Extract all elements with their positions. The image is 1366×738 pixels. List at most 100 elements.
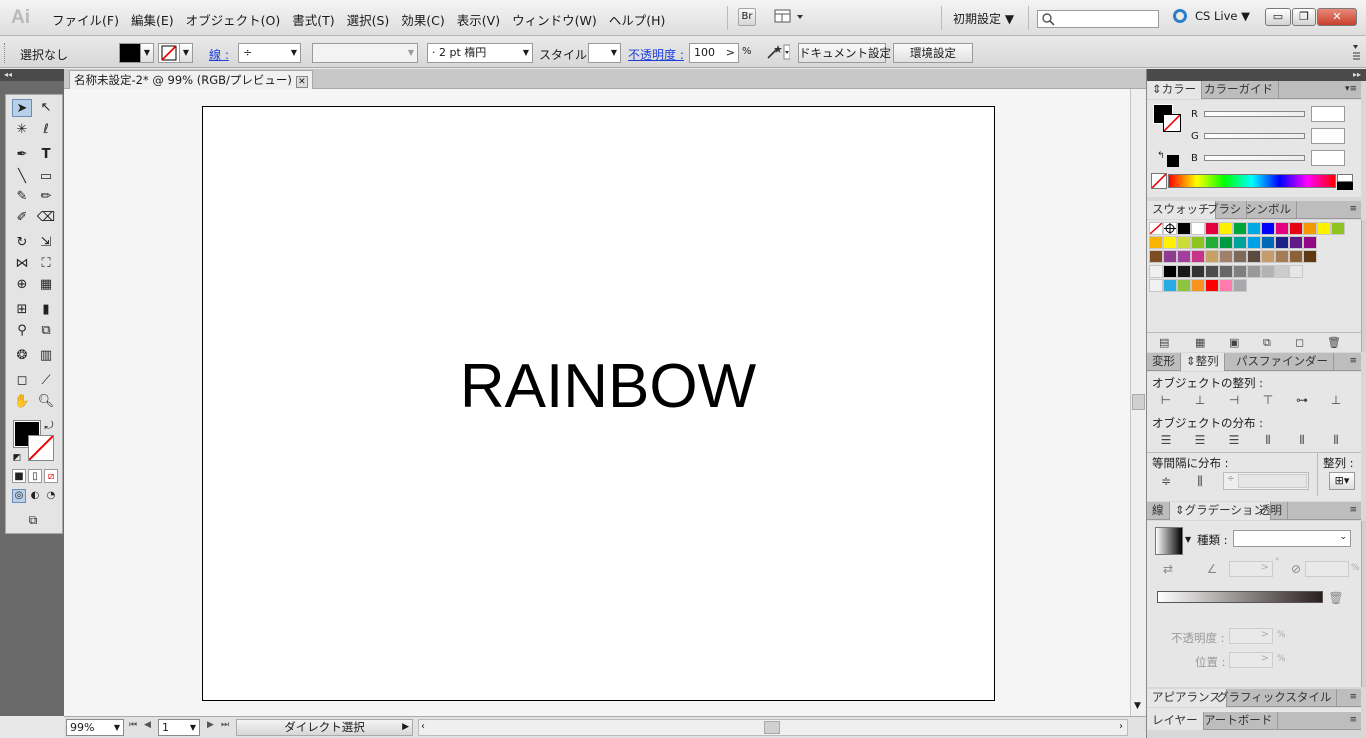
pen-tool-icon[interactable]: ✒ [12,146,32,164]
color-swatch[interactable] [1205,222,1219,235]
gradient-slider-ramp[interactable] [1157,591,1323,603]
help-search-input[interactable] [1037,10,1159,28]
tab-align[interactable]: ⇕整列 [1181,353,1225,371]
color-swatch[interactable] [1205,250,1219,263]
color-swatch[interactable] [1177,222,1191,235]
color-swatch[interactable] [1177,265,1191,278]
panel-menu-icon[interactable]: ≡ [1349,692,1357,702]
hand-tool-icon[interactable]: ✋ [12,393,32,411]
horizontal-distribute-space-icon[interactable]: ⫼ [1191,474,1209,488]
color-mode-icon[interactable]: ■ [12,469,26,483]
color-swatch[interactable] [1219,222,1233,235]
swap-fill-stroke-icon[interactable]: ⤾ [42,417,56,435]
panel-menu-icon[interactable]: ≡ [1349,715,1357,725]
zoom-tool-icon[interactable]: 🔍︎ [36,393,56,411]
blue-input[interactable] [1311,150,1345,166]
maximize-button[interactable]: ❐ [1292,8,1316,26]
color-swatch[interactable] [1247,222,1261,235]
color-swatch[interactable] [1275,222,1289,235]
color-swatch[interactable] [1289,265,1303,278]
color-swatch[interactable] [1163,236,1177,249]
first-artboard-icon[interactable]: ⏮ [129,720,137,730]
preferences-button[interactable]: 環境設定 [893,43,973,63]
lasso-tool-icon[interactable]: ℓ [36,121,56,139]
color-group-folder-icon[interactable] [1149,279,1163,292]
panel-menu-icon[interactable]: ≡ [1349,356,1357,366]
white-color-button[interactable] [1337,174,1353,182]
stroke-weight-label[interactable]: 線 : [209,46,229,63]
color-swatch[interactable] [1275,250,1289,263]
color-swatch[interactable] [1191,250,1205,263]
menu-file[interactable]: ファイル(F) [46,10,125,29]
artboard[interactable]: RAINBOW [202,106,995,701]
horizontal-align-right-icon[interactable]: ⊣ [1225,393,1243,407]
new-color-group-icon[interactable]: ⧉ [1263,336,1271,350]
vertical-align-center-icon[interactable]: ⊶ [1293,393,1311,407]
color-swatch[interactable] [1219,236,1233,249]
symbol-sprayer-tool-icon[interactable]: ❂ [12,347,32,365]
color-swatch[interactable] [1205,236,1219,249]
rotate-tool-icon[interactable]: ↻ [12,234,32,252]
graphic-style-swatch[interactable]: ▼ [588,43,621,63]
paintbrush-tool-icon[interactable]: ✎ [12,188,32,206]
color-swatch[interactable] [1177,236,1191,249]
slice-tool-icon[interactable]: ⟋ [36,372,56,390]
horizontal-scrollbar[interactable]: ‹ › [418,719,1128,736]
registration-swatch[interactable] [1163,222,1177,235]
gradient-tool-icon[interactable]: ▮ [36,301,56,319]
recolor-artwork-button[interactable] [763,43,790,63]
aspect-ratio-input[interactable] [1305,561,1349,577]
tab-color[interactable]: ⇕カラー [1147,81,1203,99]
gradient-type-select[interactable]: ⌄ [1233,530,1351,547]
magic-wand-tool-icon[interactable]: ✳ [12,121,32,139]
panel-dock-collapse[interactable]: ▸▸ [1147,69,1366,81]
color-swatch[interactable] [1191,279,1205,292]
canvas-area[interactable]: RAINBOW [64,89,1130,716]
color-swatch[interactable] [1191,265,1205,278]
draw-normal-icon[interactable]: ◎ [12,489,26,503]
none-color-button[interactable] [1151,173,1167,189]
blue-slider[interactable] [1204,155,1305,161]
opacity-input[interactable]: 100 > [689,43,739,63]
panel-menu-icon[interactable]: ≡ [1349,204,1357,214]
color-swatch[interactable] [1219,279,1233,292]
color-swatch[interactable] [1233,279,1247,292]
horizontal-align-left-icon[interactable]: ⊢ [1157,393,1175,407]
none-swatch[interactable] [1149,222,1163,235]
rectangle-tool-icon[interactable]: ▭ [36,168,56,186]
last-color-swatch[interactable] [1167,155,1179,167]
stroke-weight-spinner[interactable]: ÷ [243,46,252,59]
column-graph-tool-icon[interactable]: ▥ [36,347,56,365]
horizontal-distribute-left-icon[interactable]: ⫴ [1259,433,1277,447]
next-artboard-icon[interactable]: ▶ [207,720,214,730]
color-swatch[interactable] [1303,250,1317,263]
width-tool-icon[interactable]: ⋈ [12,255,32,273]
vertical-align-bottom-icon[interactable]: ⊥ [1327,393,1345,407]
cs-live-button[interactable]: CS Live ▼ [1173,9,1250,23]
bridge-button[interactable]: Br [738,8,756,26]
menu-view[interactable]: 表示(V) [451,10,506,29]
stop-opacity-input[interactable]: > [1229,628,1273,644]
current-tool-status[interactable]: ダイレクト選択 ▶ [236,719,413,736]
menu-object[interactable]: オブジェクト(O) [180,10,287,29]
color-swatch[interactable] [1149,250,1163,263]
tab-transparency[interactable]: 透明 [1254,502,1288,520]
artwork-text[interactable]: RAINBOW [203,351,1013,422]
horizontal-scroll-thumb[interactable] [764,721,780,734]
delete-swatch-icon[interactable]: 🗑︎ [1327,336,1341,349]
align-to-select[interactable]: ⊞▾ [1329,472,1355,490]
direct-selection-tool-icon[interactable]: ↖ [36,99,56,117]
menu-effect[interactable]: 効果(C) [395,10,450,29]
vertical-scroll-thumb[interactable] [1132,394,1145,410]
draw-behind-icon[interactable]: ◐ [28,489,42,503]
menu-type[interactable]: 書式(T) [286,10,340,29]
color-swatch[interactable] [1331,222,1345,235]
menu-help[interactable]: ヘルプ(H) [603,10,672,29]
color-swatch[interactable] [1163,279,1177,292]
color-swatch[interactable] [1191,222,1205,235]
color-swatch[interactable] [1205,265,1219,278]
mesh-tool-icon[interactable]: ⊞ [12,301,32,319]
vertical-distribute-bottom-icon[interactable]: ☰ [1225,433,1243,447]
perspective-grid-tool-icon[interactable]: ▦ [36,276,56,294]
stroke-dropdown[interactable]: ▼ [179,43,193,63]
